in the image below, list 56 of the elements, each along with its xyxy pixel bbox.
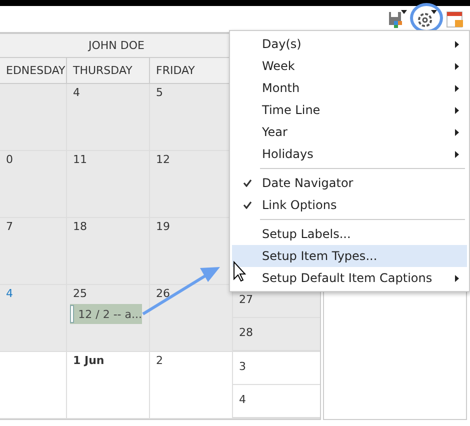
date-label: 25 [73, 287, 87, 300]
menu-item[interactable]: Date Navigator [232, 172, 467, 194]
day-cell[interactable]: 3 [233, 352, 320, 385]
submenu-arrow-icon [455, 128, 459, 136]
date-label: 3 [239, 360, 246, 373]
menu-item[interactable]: Time Line [232, 99, 467, 121]
date-label: 7 [6, 220, 13, 233]
menu-item[interactable]: Setup Item Types... [232, 245, 467, 267]
date-label: 1 Jun [73, 354, 104, 367]
settings-icon[interactable] [416, 9, 438, 29]
submenu-arrow-icon [455, 106, 459, 114]
date-label: 26 [156, 287, 170, 300]
save-dropdown-icon[interactable] [388, 9, 408, 29]
date-label: 12 [156, 153, 170, 166]
submenu-arrow-icon [455, 274, 459, 282]
menu-item[interactable]: Week [232, 55, 467, 77]
date-label: 0 [6, 153, 13, 166]
submenu-arrow-icon [455, 40, 459, 48]
day-cell[interactable]: 7 [0, 218, 67, 285]
day-cell[interactable]: 4 [233, 385, 320, 418]
date-label: 4 [239, 393, 246, 406]
day-header: THURSDAY [67, 58, 150, 84]
menu-item[interactable]: Holidays [232, 143, 467, 165]
date-label: 11 [73, 153, 87, 166]
day-cell[interactable]: 2 [150, 352, 233, 419]
appointment[interactable]: 12 / 2 -- a... [70, 304, 142, 324]
date-label: 28 [239, 326, 253, 339]
date-label: 19 [156, 220, 170, 233]
day-cell[interactable]: 18 [67, 218, 150, 285]
menu-item[interactable]: Link Options [232, 194, 467, 216]
day-cell[interactable] [0, 84, 67, 151]
menu-item[interactable]: Month [232, 77, 467, 99]
calendar-icon[interactable] [446, 9, 464, 29]
date-label: 5 [156, 86, 163, 99]
submenu-arrow-icon [455, 150, 459, 158]
cursor-icon [234, 260, 246, 282]
menu-item[interactable]: Year [232, 121, 467, 143]
day-cell[interactable]: 28 [233, 318, 320, 351]
date-label: 4 [6, 287, 13, 300]
day-cell[interactable]: 0 [0, 151, 67, 218]
menu-item[interactable]: Setup Labels... [232, 223, 467, 245]
day-cell[interactable]: 25 12 / 2 -- a... [67, 285, 150, 352]
date-label: 18 [73, 220, 87, 233]
day-cell[interactable]: 11 [67, 151, 150, 218]
day-cell[interactable]: 4 [67, 84, 150, 151]
submenu-arrow-icon [455, 84, 459, 92]
day-cell[interactable]: 26 [150, 285, 233, 352]
date-label: 27 [239, 293, 253, 306]
day-cell[interactable]: 1 Jun [67, 352, 150, 419]
submenu-arrow-icon [455, 62, 459, 70]
day-cell[interactable] [0, 352, 67, 419]
day-header: EDNESDAY [0, 58, 67, 84]
menu-item[interactable]: Day(s) [232, 33, 467, 55]
date-label: 2 [156, 354, 163, 367]
date-label: 4 [73, 86, 80, 99]
day-cell[interactable]: 4 [0, 285, 67, 352]
